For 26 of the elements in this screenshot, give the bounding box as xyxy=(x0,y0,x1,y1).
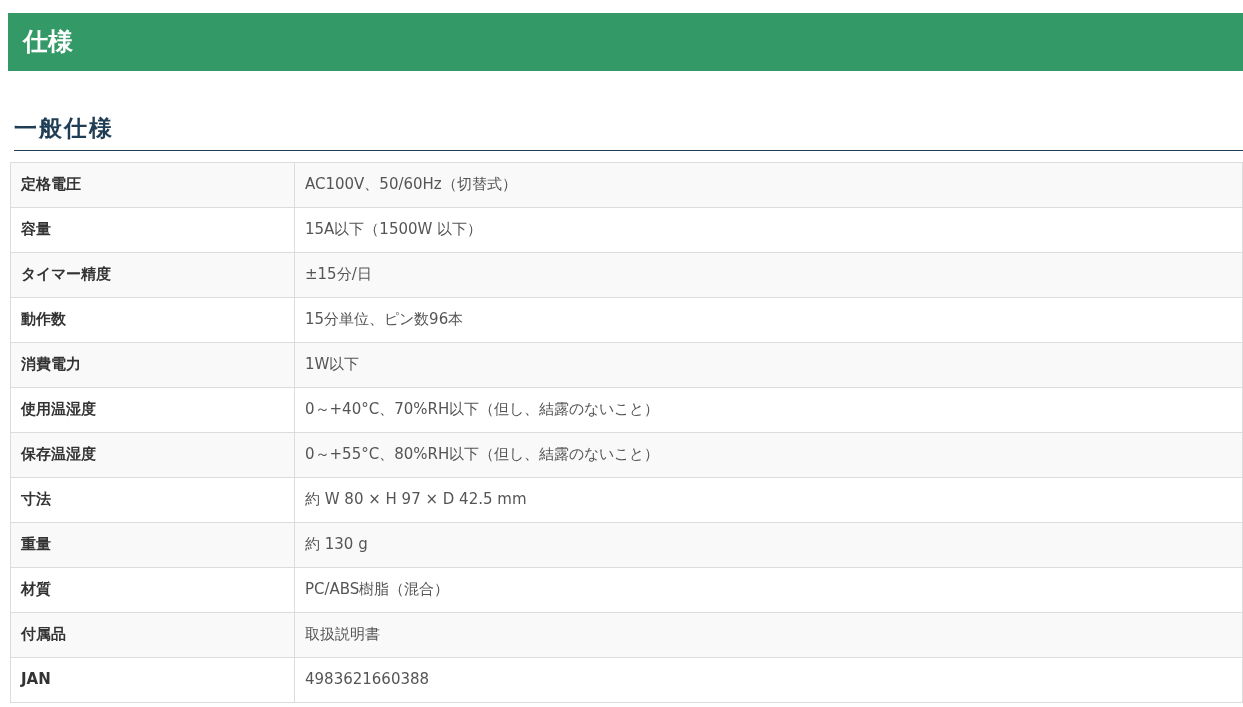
spec-value: 4983621660388 xyxy=(294,657,1243,702)
spec-label: 動作数 xyxy=(10,297,295,342)
spec-label: 使用温湿度 xyxy=(10,387,295,432)
spec-label: 容量 xyxy=(10,207,295,252)
spec-label: 消費電力 xyxy=(10,342,295,387)
spec-value: AC100V、50/60Hz（切替式） xyxy=(294,162,1243,207)
spec-value: 約 130 g xyxy=(294,522,1243,567)
spec-label: 重量 xyxy=(10,522,295,567)
spec-value: 約 W 80 × H 97 × D 42.5 mm xyxy=(294,477,1243,522)
page-title: 仕様 xyxy=(8,13,1243,71)
section-title: 一般仕様 xyxy=(14,114,114,143)
spec-label: 寸法 xyxy=(10,477,295,522)
spec-label: 定格電圧 xyxy=(10,162,295,207)
spec-label: 保存温湿度 xyxy=(10,432,295,477)
spec-value: 取扱説明書 xyxy=(294,612,1243,657)
spec-value: 1W以下 xyxy=(294,342,1243,387)
spec-label: 付属品 xyxy=(10,612,295,657)
spec-value: 15A以下（1500W 以下） xyxy=(294,207,1243,252)
spec-value: PC/ABS樹脂（混合） xyxy=(294,567,1243,612)
spec-value: 0～+40°C、70%RH以下（但し、結露のないこと） xyxy=(294,387,1243,432)
spec-label: 材質 xyxy=(10,567,295,612)
spec-label: JAN xyxy=(10,657,295,702)
spec-value: 0～+55°C、80%RH以下（但し、結露のないこと） xyxy=(294,432,1243,477)
spec-value: 15分単位、ピン数96本 xyxy=(294,297,1243,342)
spec-label: タイマー精度 xyxy=(10,252,295,297)
spec-value: ±15分/日 xyxy=(294,252,1243,297)
